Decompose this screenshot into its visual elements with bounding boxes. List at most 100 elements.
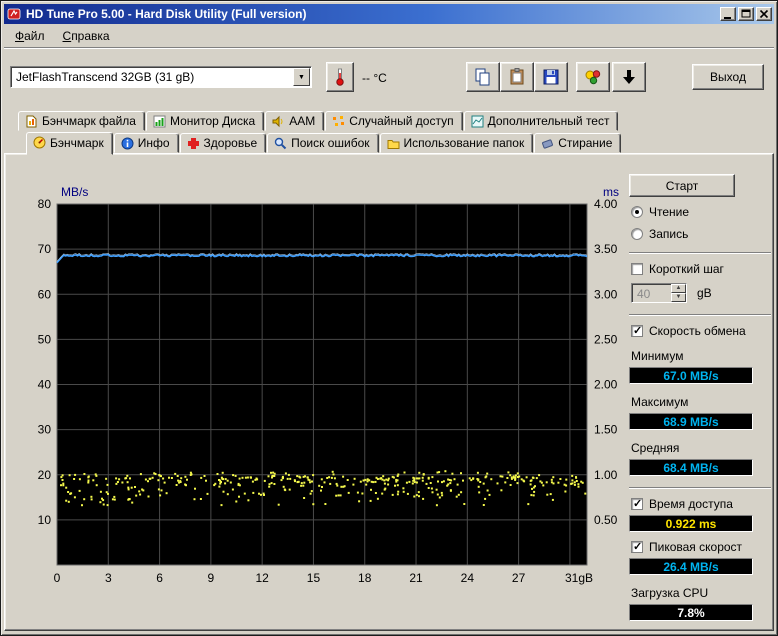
svg-text:MB/s: MB/s [61,185,88,199]
clipboard-icon [510,68,524,85]
svg-text:15: 15 [307,571,321,585]
tab-label: Здоровье [203,136,258,150]
disk-monitor-icon [153,115,166,127]
copy-clipboard-button[interactable] [500,62,534,92]
access-time-row[interactable]: Время доступа [631,497,773,511]
benchmark-page: 10 20 30 40 50 60 70 80 MB/s 0.50 1.00 1.50 2.00 2.50… [4,153,774,631]
drive-select-value: JetFlashTranscend 32GB (31 gB) [16,70,195,84]
drive-select[interactable]: JetFlashTranscend 32GB (31 gB) ▼ [10,66,312,88]
menubar: Файл Справка [4,24,774,48]
short-stride-checkbox[interactable] [631,263,643,275]
tab-erase[interactable]: Стирание [534,133,622,153]
svg-text:18: 18 [358,571,372,585]
toolbar: JetFlashTranscend 32GB (31 gB) ▼ -- °C В… [4,48,774,110]
svg-text:31gB: 31gB [565,571,593,585]
tab-error-scan[interactable]: Поиск ошибок [267,133,379,153]
window-title: HD Tune Pro 5.00 - Hard Disk Utility (Fu… [26,7,307,21]
tab-folder-usage[interactable]: Использование папок [379,133,534,153]
info-icon [121,137,134,149]
extra-test-icon [471,115,484,127]
write-radio[interactable] [631,228,643,240]
tab-label: Бэнчмарк [50,135,104,150]
benchmark-gauge-icon [33,136,46,149]
close-icon [759,9,769,19]
read-radio[interactable] [631,206,643,218]
benchmark-controls: Старт Чтение Запись Короткий шаг 40 ▲ ▼ … [627,160,773,621]
burst-rate-checkbox[interactable] [631,540,643,553]
start-button[interactable]: Старт [629,174,735,197]
tab-file-benchmark[interactable]: Бэнчмарк файла [18,111,145,131]
svg-text:20: 20 [38,468,52,482]
maximize-button[interactable] [738,7,754,21]
save-button[interactable] [534,62,568,92]
transfer-rate-label: Скорость обмена [649,324,746,338]
search-icon [274,137,287,149]
scroll-down-button[interactable] [612,62,646,92]
tab-label: Поиск ошибок [291,136,370,150]
titlebar[interactable]: HD Tune Pro 5.00 - Hard Disk Utility (Fu… [4,4,774,24]
burst-rate-row[interactable]: Пиковая скорост [631,540,773,554]
stride-size-stepper[interactable]: 40 ▲ ▼ [631,283,687,303]
menu-file[interactable]: Файл [6,25,54,47]
svg-text:1.00: 1.00 [594,468,618,482]
save-diskette-icon [543,69,559,85]
tab-random-access[interactable]: Случайный доступ [325,111,463,131]
menu-help[interactable]: Справка [54,25,119,47]
access-time-checkbox[interactable] [631,497,643,510]
eraser-icon [542,138,554,149]
cpu-usage-value: 7.8% [629,604,753,621]
stride-up-button[interactable]: ▲ [671,284,686,293]
burst-rate-label: Пиковая скорост [649,540,743,554]
folder-icon [387,139,400,149]
svg-text:1.50: 1.50 [594,423,618,437]
speaker-icon [272,115,283,127]
tab-health[interactable]: Здоровье [179,133,267,153]
stride-unit-label: gB [697,286,712,300]
minimum-label: Минимум [631,349,684,363]
exit-button[interactable]: Выход [692,64,764,90]
thermometer-icon [336,68,344,86]
app-window: HD Tune Pro 5.00 - Hard Disk Utility (Fu… [0,0,778,636]
transfer-rate-checkbox[interactable] [631,324,643,337]
tab-aam[interactable]: AAM [265,111,325,131]
minimize-button[interactable] [720,7,736,21]
svg-text:50: 50 [38,332,52,346]
stride-size-value: 40 [637,287,651,301]
svg-text:24: 24 [461,571,475,585]
stride-down-button[interactable]: ▼ [671,293,686,302]
svg-text:12: 12 [255,571,269,585]
svg-text:2.50: 2.50 [594,332,618,346]
access-time-label: Время доступа [649,497,733,511]
write-radio-row[interactable]: Запись [631,227,773,241]
transfer-rate-row[interactable]: Скорость обмена [631,324,773,338]
burst-rate-value: 26.4 MB/s [629,558,753,575]
copy-screenshot-button[interactable] [466,62,500,92]
app-icon [6,6,22,22]
read-radio-row[interactable]: Чтение [631,205,773,219]
average-label: Средняя [631,441,680,455]
chevron-down-icon[interactable]: ▼ [293,68,310,86]
tab-extra-test[interactable]: Дополнительный тест [463,111,619,131]
tab-row-front: Бэнчмарк Инфо Здоровье Поиск ошибок Испо… [4,131,774,155]
options-button[interactable] [576,62,610,92]
svg-text:3.50: 3.50 [594,242,618,256]
tab-info[interactable]: Инфо [113,133,179,153]
svg-text:60: 60 [38,287,52,301]
tab-disk-monitor[interactable]: Монитор Диска [145,111,265,131]
minimum-value: 67.0 MB/s [629,367,753,384]
svg-text:ms: ms [603,185,619,199]
read-radio-label: Чтение [649,205,690,219]
cpu-usage-label: Загрузка CPU [631,586,709,600]
svg-text:6: 6 [156,571,163,585]
random-access-icon [333,115,345,126]
temperature-button[interactable] [326,62,354,92]
divider [629,314,771,316]
tab-bar: Бэнчмарк файла Монитор Диска AAM Случайн… [4,110,774,155]
close-button[interactable] [756,7,772,21]
svg-text:10: 10 [38,513,52,527]
tab-benchmark[interactable]: Бэнчмарк [26,132,113,155]
short-stride-row[interactable]: Короткий шаг [631,262,773,276]
svg-text:9: 9 [208,571,215,585]
svg-text:2.00: 2.00 [594,378,618,392]
svg-text:40: 40 [38,378,52,392]
